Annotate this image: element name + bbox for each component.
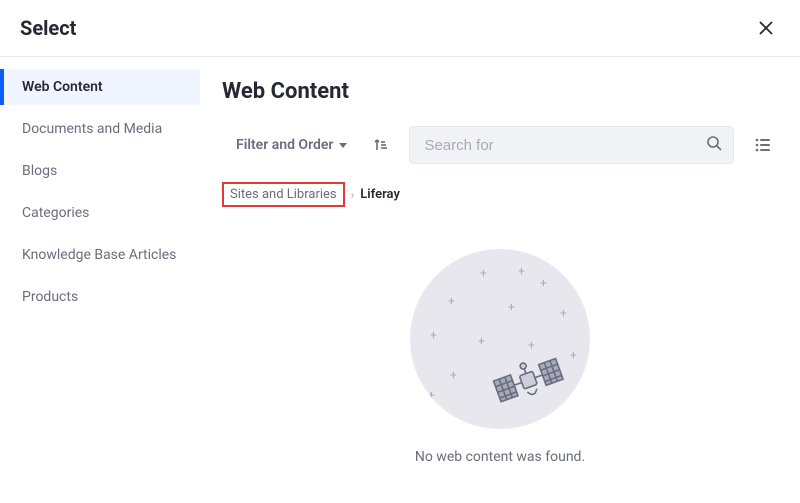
sidebar-item-documents-media[interactable]: Documents and Media <box>0 111 200 147</box>
breadcrumb-root-link[interactable]: Sites and Libraries <box>222 182 345 207</box>
sidebar-item-categories[interactable]: Categories <box>0 195 200 231</box>
sidebar-item-label: Products <box>22 289 78 305</box>
search-input[interactable] <box>409 126 734 164</box>
caret-down-icon <box>339 143 347 148</box>
sidebar: Web Content Documents and Media Blogs Ca… <box>0 57 200 503</box>
breadcrumb-current: Liferay <box>360 187 400 202</box>
empty-illustration: + + + + + + + + + + + + <box>410 249 590 429</box>
sidebar-item-label: Documents and Media <box>22 121 162 137</box>
sidebar-item-blogs[interactable]: Blogs <box>0 153 200 189</box>
filter-order-button[interactable]: Filter and Order <box>222 131 351 159</box>
sidebar-item-knowledge-base[interactable]: Knowledge Base Articles <box>0 237 200 273</box>
display-style-button[interactable] <box>748 130 778 160</box>
sidebar-item-products[interactable]: Products <box>0 279 200 315</box>
sidebar-item-label: Categories <box>22 205 89 221</box>
sidebar-item-label: Knowledge Base Articles <box>22 247 176 263</box>
empty-message: No web content was found. <box>415 449 585 465</box>
sidebar-item-web-content[interactable]: Web Content <box>0 69 200 105</box>
sidebar-item-label: Web Content <box>22 79 103 95</box>
satellite-icon <box>486 343 572 421</box>
search-wrapper <box>409 126 734 164</box>
dialog-title: Select <box>20 16 76 40</box>
breadcrumb: Sites and Libraries › Liferay <box>222 182 778 207</box>
sort-direction-button[interactable] <box>365 130 395 160</box>
main-panel: Web Content Filter and Order <box>200 57 800 503</box>
close-icon <box>758 20 774 36</box>
list-icon <box>754 136 772 154</box>
page-title: Web Content <box>222 79 778 104</box>
chevron-right-icon: › <box>351 188 355 202</box>
close-button[interactable] <box>752 14 780 42</box>
filter-order-label: Filter and Order <box>236 137 333 153</box>
dialog-header: Select <box>0 0 800 57</box>
toolbar: Filter and Order <box>222 126 778 164</box>
empty-state: + + + + + + + + + + + + <box>222 233 778 465</box>
sort-icon <box>372 137 388 153</box>
sidebar-item-label: Blogs <box>22 163 57 179</box>
